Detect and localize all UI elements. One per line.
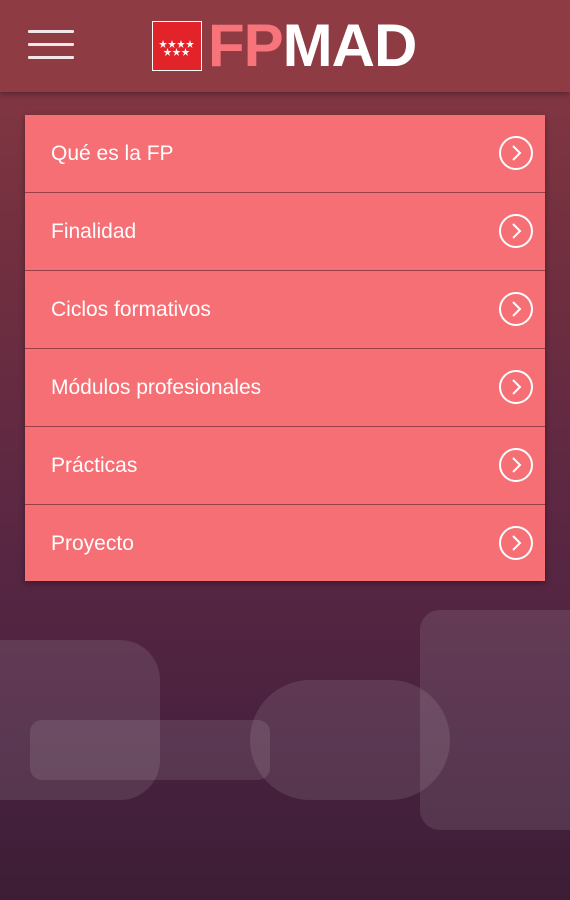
menu-item-que-es-la-fp[interactable]: Qué es la FP [25, 115, 545, 193]
menu-item-label: Qué es la FP [51, 142, 174, 165]
background-image [30, 720, 270, 780]
logo-text-mad: MAD [282, 12, 418, 79]
menu-item-modulos-profesionales[interactable]: Módulos profesionales [25, 349, 545, 427]
chevron-right-circle-icon[interactable] [499, 370, 533, 404]
menu-item-label: Proyecto [51, 532, 134, 555]
main-menu: Qué es la FP Finalidad Ciclos formativos… [25, 115, 545, 581]
hamburger-menu-icon[interactable] [28, 30, 74, 60]
menu-item-proyecto[interactable]: Proyecto [25, 505, 545, 581]
menu-item-practicas[interactable]: Prácticas [25, 427, 545, 505]
menu-item-label: Finalidad [51, 220, 137, 243]
chevron-right-circle-icon[interactable] [499, 448, 533, 482]
chevron-right-circle-icon[interactable] [499, 526, 533, 560]
chevron-right-circle-icon[interactable] [499, 292, 533, 326]
menu-item-label: Prácticas [51, 454, 138, 477]
background-image [420, 610, 570, 830]
chevron-right-circle-icon[interactable] [499, 214, 533, 248]
app-header: FP MAD [0, 0, 570, 92]
logo-text-fp: FP [208, 12, 284, 79]
menu-item-label: Módulos profesionales [51, 376, 262, 399]
chevron-right-circle-icon[interactable] [499, 136, 533, 170]
menu-item-ciclos-formativos[interactable]: Ciclos formativos [25, 271, 545, 349]
madrid-flag-icon [152, 21, 202, 71]
fpmad-logo: FP MAD [152, 12, 418, 79]
menu-item-finalidad[interactable]: Finalidad [25, 193, 545, 271]
menu-item-label: Ciclos formativos [51, 298, 211, 321]
